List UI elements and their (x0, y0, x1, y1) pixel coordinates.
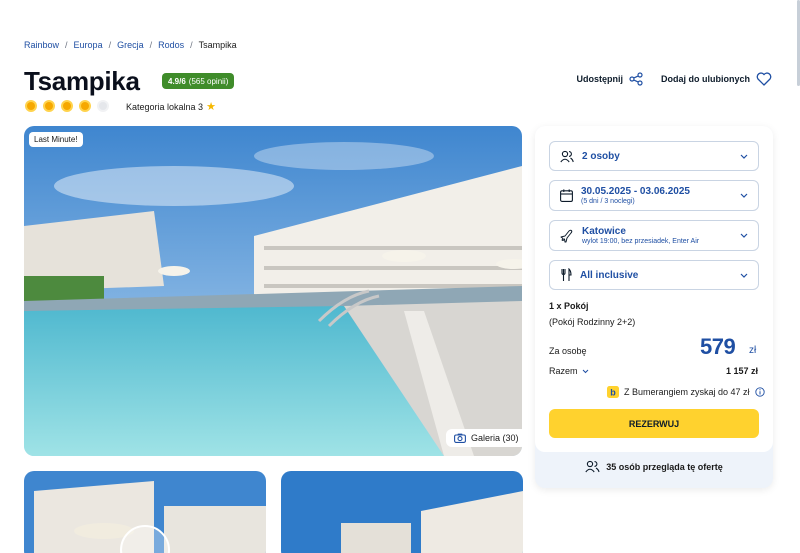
departure-select[interactable]: Katowice wylot 19:00, bez przesiadek, En… (549, 220, 759, 251)
sun-rating (24, 99, 110, 113)
breadcrumb-current: Tsampika (198, 40, 237, 50)
sun-empty-icon (96, 99, 110, 113)
dates-duration: (5 dni / 3 noclegi) (581, 198, 635, 205)
hotel-title: Tsampika (24, 66, 140, 96)
breadcrumb-rainbow[interactable]: Rainbow (24, 40, 59, 50)
hero-image[interactable] (24, 126, 522, 456)
departure-details: wylot 19:00, bez przesiadek, Enter Air (582, 238, 700, 245)
breadcrumb-grecja[interactable]: Grecja (117, 40, 144, 50)
thumbnail-photo (281, 471, 523, 553)
breadcrumb-separator: / (108, 40, 112, 50)
heart-icon (756, 72, 772, 86)
bumerang-text: Z Bumerangiem zyskaj do 47 zł (624, 387, 750, 397)
dates-value: 30.05.2025 - 03.06.2025 (581, 186, 690, 197)
chevron-down-icon (582, 369, 588, 373)
room-type: (Pokój Rodzinny 2+2) (549, 317, 636, 327)
rating-score: 4.9/6 (168, 76, 186, 86)
rating-badge[interactable]: 4.9/6 (565 opinii) (162, 73, 235, 89)
sun-icon (24, 99, 38, 113)
gallery-button[interactable]: Galeria (30) (446, 429, 527, 447)
chevron-down-icon (740, 193, 748, 198)
total-toggle[interactable]: Razem (549, 366, 589, 376)
favorite-button[interactable]: Dodaj do ulubionych (661, 72, 772, 86)
total-label: Razem (549, 366, 578, 376)
persons-value: 2 osoby (582, 150, 620, 162)
breadcrumb-rodos[interactable]: Rodos (158, 40, 184, 50)
calendar-icon (560, 189, 573, 202)
category-label: Kategoria lokalna 3 (126, 101, 204, 112)
gallery-thumbnail[interactable] (281, 471, 523, 553)
camera-icon (454, 433, 466, 443)
breadcrumb-separator: / (65, 40, 68, 50)
price-per-person: 579 (700, 334, 736, 359)
share-label: Udostępnij (576, 74, 624, 84)
svg-text:b: b (610, 388, 616, 398)
plane-icon (560, 229, 573, 242)
breadcrumb-europa[interactable]: Europa (74, 40, 103, 50)
room-count: 1 x Pokój (549, 301, 589, 311)
last-minute-badge: Last Minute! (29, 132, 83, 147)
favorite-label: Dodaj do ulubionych (661, 74, 750, 84)
sun-icon (60, 99, 74, 113)
share-button[interactable]: Udostępnij (577, 72, 644, 86)
breadcrumb-separator: / (149, 40, 153, 50)
rating-reviews: (565 opinii) (188, 76, 229, 86)
price-currency: zł (749, 345, 757, 356)
reserve-button[interactable]: REZERWUJ (549, 409, 759, 438)
star-icon: ★ (206, 101, 216, 113)
per-person-label: Za osobę (549, 346, 587, 356)
share-icon (629, 72, 643, 86)
bumerang-info: b Z Bumerangiem zyskaj do 47 zł (607, 386, 765, 398)
board-select[interactable]: All inclusive (549, 260, 759, 290)
sun-icon (78, 99, 92, 113)
breadcrumb-separator: / (190, 40, 193, 50)
info-icon[interactable] (754, 387, 765, 397)
persons-select[interactable]: 2 osoby (549, 141, 759, 171)
breadcrumb: Rainbow / Europa / Grecja / Rodos / Tsampika (24, 40, 237, 50)
cutlery-icon (561, 268, 572, 281)
total-price: 1 157 zł (725, 366, 758, 376)
departure-value: Katowice (582, 226, 626, 237)
sun-icon (42, 99, 56, 113)
bumerang-logo-icon: b (607, 386, 619, 398)
chevron-down-icon (740, 154, 748, 159)
chevron-down-icon (740, 233, 748, 238)
gallery-label: Galeria (30) (471, 433, 519, 443)
viewers-text: 35 osób przegląda tę ofertę (606, 461, 723, 472)
dates-select[interactable]: 30.05.2025 - 03.06.2025 (5 dni / 3 nocle… (549, 180, 759, 211)
board-value: All inclusive (580, 269, 639, 281)
chevron-down-icon (740, 273, 748, 278)
persons-icon (585, 460, 600, 473)
local-category: Kategoria lokalna 3 ★ (126, 100, 216, 113)
hotel-pool-photo (24, 126, 522, 456)
header-actions: Udostępnij Dodaj do ulubionych (577, 72, 773, 86)
persons-icon (560, 150, 574, 162)
viewers-info: 35 osób przegląda tę ofertę (535, 460, 773, 473)
